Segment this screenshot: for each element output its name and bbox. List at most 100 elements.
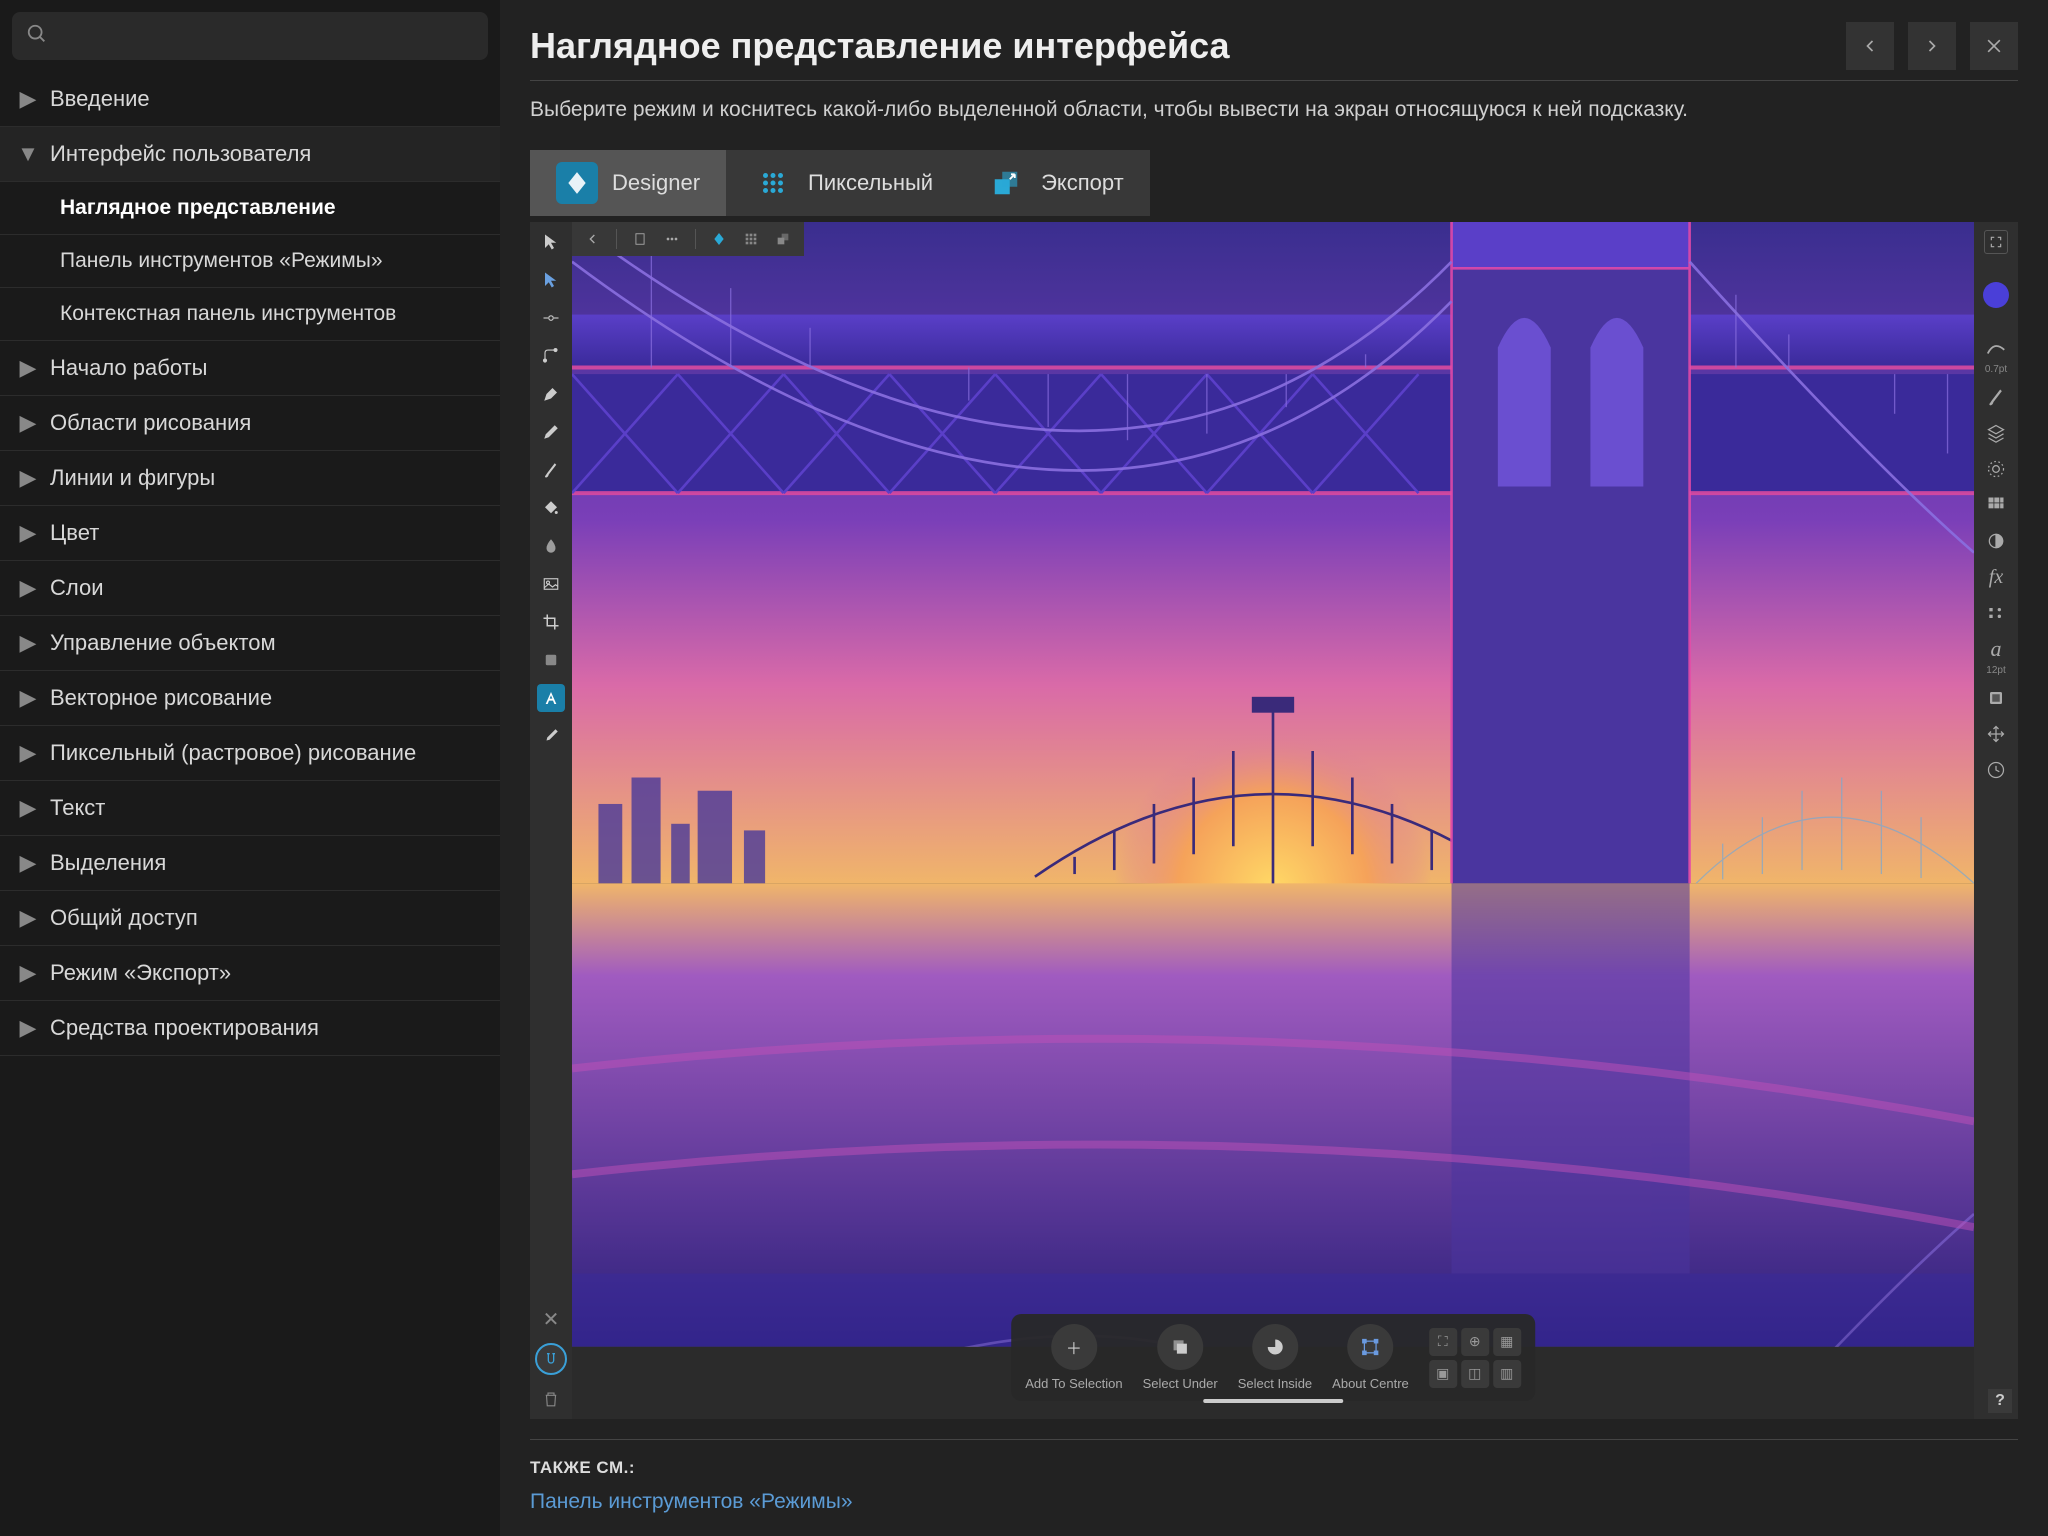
nav-sub-context-toolbar[interactable]: Контекстная панель инструментов	[0, 288, 500, 341]
help-button[interactable]: ?	[1988, 1389, 2012, 1413]
pixel-persona-icon[interactable]	[738, 226, 764, 252]
nav-item-lines-shapes[interactable]: ▶ Линии и фигуры	[0, 451, 500, 506]
back-button[interactable]	[1846, 22, 1894, 70]
align-tl-icon[interactable]: ⛶	[1429, 1328, 1457, 1356]
export-persona-icon[interactable]	[770, 226, 796, 252]
chevron-right-icon: ▶	[16, 465, 40, 491]
nav-sub-visual-tour[interactable]: Наглядное представление	[0, 182, 500, 235]
fill-tool-icon[interactable]	[537, 494, 565, 522]
transparency-tool-icon[interactable]	[537, 532, 565, 560]
nav-item-export-mode[interactable]: ▶ Режим «Экспорт»	[0, 946, 500, 1001]
forward-button[interactable]	[1908, 22, 1956, 70]
designer-persona-icon[interactable]	[706, 226, 732, 252]
stroke-icon[interactable]	[1982, 334, 2010, 362]
text-panel-icon[interactable]: a	[1982, 635, 2010, 663]
close-button[interactable]	[1970, 22, 2018, 70]
colour-picker-tool-icon[interactable]	[537, 722, 565, 750]
tab-export[interactable]: Экспорт	[959, 150, 1150, 216]
see-also-title: ТАКЖЕ СМ.:	[530, 1458, 2018, 1478]
ctx-label: Select Inside	[1238, 1376, 1312, 1391]
chevron-right-icon: ▶	[16, 410, 40, 436]
nav-item-design-aids[interactable]: ▶ Средства проектирования	[0, 1001, 500, 1056]
canvas-viewport[interactable]: ＋ Add To Selection Select Under Select I…	[572, 222, 1974, 1419]
nav-item-text[interactable]: ▶ Текст	[0, 781, 500, 836]
corner-tool-icon[interactable]	[537, 342, 565, 370]
fullscreen-icon[interactable]	[1984, 230, 2008, 254]
tab-designer[interactable]: Designer	[530, 150, 726, 216]
place-image-tool-icon[interactable]	[537, 570, 565, 598]
nav-item-colour[interactable]: ▶ Цвет	[0, 506, 500, 561]
divider	[530, 1439, 2018, 1440]
nav-item-object-control[interactable]: ▶ Управление объектом	[0, 616, 500, 671]
history-panel-icon[interactable]	[1982, 756, 2010, 784]
nav-label: Режим «Экспорт»	[50, 960, 231, 986]
layers-icon	[1157, 1324, 1203, 1370]
nav-item-selections[interactable]: ▶ Выделения	[0, 836, 500, 891]
nav-label: Линии и фигуры	[50, 465, 215, 491]
adjustments-panel-icon[interactable]	[1982, 527, 2010, 555]
ctx-about-centre[interactable]: About Centre	[1332, 1324, 1409, 1391]
more-icon[interactable]	[659, 226, 685, 252]
context-slider[interactable]	[1203, 1399, 1343, 1403]
nav-item-getting-started[interactable]: ▶ Начало работы	[0, 341, 500, 396]
nav-sub-modes-toolbar[interactable]: Панель инструментов «Режимы»	[0, 235, 500, 288]
chevron-right-icon: ▶	[16, 630, 40, 656]
ctx-select-inside[interactable]: Select Inside	[1238, 1324, 1312, 1391]
brush-panel-icon[interactable]	[1982, 383, 2010, 411]
crop-tool-icon[interactable]	[537, 608, 565, 636]
align-tc-icon[interactable]: ⊕	[1461, 1328, 1489, 1356]
nav-item-pixel-drawing[interactable]: ▶ Пиксельный (растровое) рисование	[0, 726, 500, 781]
vector-brush-tool-icon[interactable]	[537, 456, 565, 484]
ctx-select-under[interactable]: Select Under	[1143, 1324, 1218, 1391]
nav-label: Векторное рисование	[50, 685, 272, 711]
stroke-width-label: 0.7pt	[1985, 364, 2007, 375]
chevron-right-icon: ▶	[16, 960, 40, 986]
ctx-add-selection[interactable]: ＋ Add To Selection	[1025, 1324, 1122, 1391]
align-bl-icon[interactable]: ▣	[1429, 1360, 1457, 1388]
align-br-icon[interactable]: ▥	[1493, 1360, 1521, 1388]
sample-artwork	[572, 222, 1974, 1346]
nav-item-vector-drawing[interactable]: ▶ Векторное рисование	[0, 671, 500, 726]
point-transform-tool-icon[interactable]	[537, 304, 565, 332]
page-description: Выберите режим и коснитесь какой-либо вы…	[530, 95, 2018, 124]
effects-panel-icon[interactable]	[1982, 455, 2010, 483]
context-toolbar: ＋ Add To Selection Select Under Select I…	[1011, 1314, 1535, 1401]
trash-icon[interactable]	[537, 1385, 565, 1413]
pen-tool-icon[interactable]	[537, 380, 565, 408]
nav-item-intro[interactable]: ▶ Введение	[0, 72, 500, 127]
align-bc-icon[interactable]: ◫	[1461, 1360, 1489, 1388]
align-tr-icon[interactable]: ▦	[1493, 1328, 1521, 1356]
nav-item-sharing[interactable]: ▶ Общий доступ	[0, 891, 500, 946]
nav-label: Контекстная панель инструментов	[60, 302, 396, 326]
tab-label: Designer	[612, 170, 700, 196]
artistic-text-tool-icon[interactable]	[537, 684, 565, 712]
see-also-link[interactable]: Панель инструментов «Режимы»	[530, 1490, 2018, 1514]
nav-item-artboards[interactable]: ▶ Области рисования	[0, 396, 500, 451]
nav-label: Управление объектом	[50, 630, 276, 656]
snapping-toggle[interactable]	[535, 1343, 567, 1375]
transform-panel-icon[interactable]	[1982, 720, 2010, 748]
back-arrow-icon[interactable]	[580, 226, 606, 252]
pixel-icon	[752, 162, 794, 204]
shape-tool-icon[interactable]	[537, 646, 565, 674]
tab-pixel[interactable]: Пиксельный	[726, 150, 959, 216]
designer-icon	[556, 162, 598, 204]
swatches-panel-icon[interactable]	[1982, 491, 2010, 519]
canvas-top-toolbar	[572, 222, 804, 256]
stock-panel-icon[interactable]	[1982, 599, 2010, 627]
assets-panel-icon[interactable]	[1982, 684, 2010, 712]
search-container	[0, 0, 500, 72]
nav-item-layers[interactable]: ▶ Слои	[0, 561, 500, 616]
close-tool-icon[interactable]: ✕	[537, 1305, 565, 1333]
node-tool-icon[interactable]	[537, 266, 565, 294]
document-icon[interactable]	[627, 226, 653, 252]
layers-panel-icon[interactable]	[1982, 419, 2010, 447]
styles-panel-icon[interactable]: fx	[1982, 563, 2010, 591]
move-tool-icon[interactable]	[537, 228, 565, 256]
pencil-tool-icon[interactable]	[537, 418, 565, 446]
main-content: Наглядное представление интерфейса Выбер…	[500, 0, 2048, 1536]
search-input[interactable]	[12, 12, 488, 60]
colour-swatch[interactable]	[1983, 282, 2009, 308]
chevron-right-icon: ▶	[16, 905, 40, 931]
nav-item-ui[interactable]: ▼ Интерфейс пользователя	[0, 127, 500, 182]
